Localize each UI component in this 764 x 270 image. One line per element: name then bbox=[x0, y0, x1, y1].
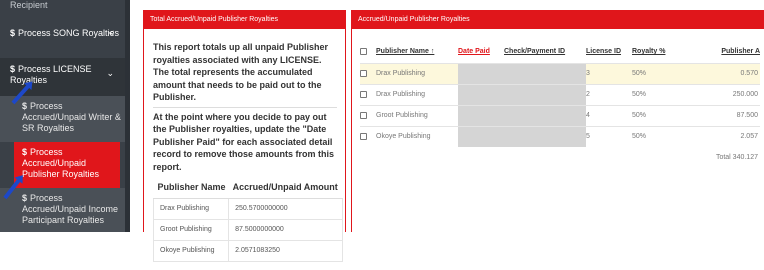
cell-royalty-percent: 50% bbox=[632, 83, 678, 105]
table-row: Drax Publishing 250.5700000000 bbox=[152, 197, 343, 220]
row-checkbox-cell bbox=[360, 83, 376, 105]
cell-amount: 250.5700000000 bbox=[228, 197, 343, 220]
summary-table: Publisher Name Accrued/Unpaid Amount Dra… bbox=[152, 176, 343, 262]
sidebar-item-label: Process Accrued/Unpaid Writer & SR Royal… bbox=[22, 101, 121, 133]
dollar-icon: $ bbox=[22, 193, 28, 203]
row-checkbox-cell bbox=[360, 104, 376, 126]
cell-date-paid[interactable] bbox=[458, 62, 504, 84]
column-header-publisher-name: Publisher Name bbox=[153, 176, 229, 199]
cell-date-paid[interactable] bbox=[458, 104, 504, 126]
cell-amount: 87.5000000000 bbox=[228, 218, 343, 241]
cell-publisher-name: Drax Publishing bbox=[376, 83, 458, 105]
cell-publisher-name: Okoye Publishing bbox=[376, 125, 458, 147]
row-checkbox-cell bbox=[360, 62, 376, 84]
sidebar-item-recipient[interactable]: Recipient bbox=[0, 0, 130, 14]
cell-publisher-name: Drax Publishing bbox=[376, 62, 458, 84]
sidebar-scrollbar[interactable] bbox=[125, 0, 130, 232]
table-row[interactable]: Groot Publishing 4 50% 87.500 bbox=[360, 104, 760, 126]
chevron-down-icon: ⌄ bbox=[106, 68, 114, 78]
cell-publisher-amount: 0.570 bbox=[678, 62, 760, 84]
cell-license-id: 4 bbox=[586, 104, 632, 126]
cell-royalty-percent: 50% bbox=[632, 62, 678, 84]
table-total: Total 340.127 bbox=[715, 154, 758, 161]
row-checkbox[interactable] bbox=[360, 90, 367, 98]
column-header-publisher-name[interactable]: Publisher Name ↑ bbox=[376, 41, 458, 63]
chevron-left-icon: < bbox=[108, 28, 114, 38]
sidebar-item-label: Process Accrued/Unpaid Publisher Royalti… bbox=[22, 147, 100, 179]
cell-check-payment-id[interactable] bbox=[504, 83, 586, 105]
cell-publisher-amount: 250.000 bbox=[678, 83, 760, 105]
report-description: This report totals up all unpaid Publish… bbox=[153, 41, 337, 173]
row-checkbox[interactable] bbox=[360, 111, 367, 119]
cell-publisher-amount: 2.057 bbox=[678, 125, 760, 147]
sidebar-item-publisher-royalties[interactable]: $ Process Accrued/Unpaid Publisher Royalt… bbox=[14, 142, 120, 188]
select-all-cell bbox=[360, 41, 376, 63]
cell-date-paid[interactable] bbox=[458, 125, 504, 147]
column-header-date-paid[interactable]: Date Paid bbox=[458, 41, 504, 63]
table-row: Groot Publishing 87.5000000000 bbox=[152, 218, 343, 241]
table-row[interactable]: Okoye Publishing 5 50% 2.057 bbox=[360, 125, 760, 147]
column-header-publisher-amount[interactable]: Publisher A bbox=[678, 41, 760, 63]
cell-publisher-name: Groot Publishing bbox=[376, 104, 458, 126]
column-header-royalty-percent[interactable]: Royalty % bbox=[632, 41, 678, 63]
description-paragraph: At the point where you decide to pay out… bbox=[153, 111, 335, 172]
cell-royalty-percent: 50% bbox=[632, 104, 678, 126]
panel-title: Total Accrued/Unpaid Publisher Royalties bbox=[144, 11, 345, 29]
sidebar-item-label: Recipient bbox=[10, 0, 48, 10]
column-header-check-payment-id[interactable]: Check/Payment ID bbox=[504, 41, 586, 63]
sidebar: Recipient $ Process SONG Royalties < $ Pro… bbox=[0, 0, 130, 232]
row-checkbox-cell bbox=[360, 125, 376, 147]
total-royalties-panel: Total Accrued/Unpaid Publisher Royalties… bbox=[143, 10, 346, 262]
publisher-royalties-detail-panel: Accrued/Unpaid Publisher Royalties Publi… bbox=[351, 10, 764, 232]
sidebar-item-process-license[interactable]: $Process LICENSE Royalties ⌄ bbox=[0, 58, 130, 96]
cell-license-id: 3 bbox=[586, 62, 632, 84]
cell-check-payment-id[interactable] bbox=[504, 125, 586, 147]
column-header-accrued-amount: Accrued/Unpaid Amount bbox=[228, 176, 343, 199]
cell-amount: 2.0571083250 bbox=[228, 239, 343, 262]
dollar-icon: $ bbox=[22, 101, 28, 111]
select-all-checkbox[interactable] bbox=[360, 48, 367, 56]
sidebar-item-label: Process Accrued/Unpaid Income Participan… bbox=[22, 193, 119, 225]
cell-publisher-amount: 87.500 bbox=[678, 104, 760, 126]
description-paragraph: This report totals up all unpaid Publish… bbox=[153, 42, 329, 102]
cell-check-payment-id[interactable] bbox=[504, 104, 586, 126]
row-checkbox[interactable] bbox=[360, 133, 367, 141]
dollar-icon: $ bbox=[10, 28, 16, 38]
divider bbox=[153, 106, 337, 108]
page: Recipient $ Process SONG Royalties < $ Pro… bbox=[0, 0, 764, 270]
cell-license-id: 5 bbox=[586, 125, 632, 147]
cell-publisher-name: Groot Publishing bbox=[152, 218, 230, 241]
total-row: Total 340.127 bbox=[360, 147, 760, 168]
dollar-icon: $ bbox=[22, 147, 28, 157]
table-row[interactable]: Drax Publishing 3 50% 0.570 bbox=[360, 62, 760, 84]
sidebar-item-writer-sr-royalties[interactable]: $ Process Accrued/Unpaid Writer & SR Roya… bbox=[0, 96, 130, 142]
detail-table: Publisher Name ↑ Date Paid Check/Payment… bbox=[360, 41, 760, 168]
cell-publisher-name: Drax Publishing bbox=[152, 197, 230, 220]
cell-royalty-percent: 50% bbox=[632, 125, 678, 147]
cell-publisher-name: Okoye Publishing bbox=[152, 239, 230, 262]
cell-date-paid[interactable] bbox=[458, 83, 504, 105]
cell-license-id: 2 bbox=[586, 83, 632, 105]
sidebar-item-label: Process SONG Royalties bbox=[18, 28, 120, 38]
sidebar-item-label: Process LICENSE Royalties bbox=[10, 64, 92, 85]
cell-check-payment-id[interactable] bbox=[504, 62, 586, 84]
table-row[interactable]: Drax Publishing 2 50% 250.000 bbox=[360, 83, 760, 105]
sidebar-item-income-participant-royalties[interactable]: $ Process Accrued/Unpaid Income Participa… bbox=[0, 188, 130, 232]
column-header-license-id[interactable]: License ID bbox=[586, 41, 632, 63]
table-row: Okoye Publishing 2.0571083250 bbox=[152, 239, 343, 262]
panel-title: Accrued/Unpaid Publisher Royalties bbox=[352, 11, 764, 29]
row-checkbox[interactable] bbox=[360, 69, 367, 77]
sidebar-item-process-song[interactable]: $ Process SONG Royalties < bbox=[0, 14, 130, 58]
dollar-icon: $ bbox=[10, 64, 16, 74]
